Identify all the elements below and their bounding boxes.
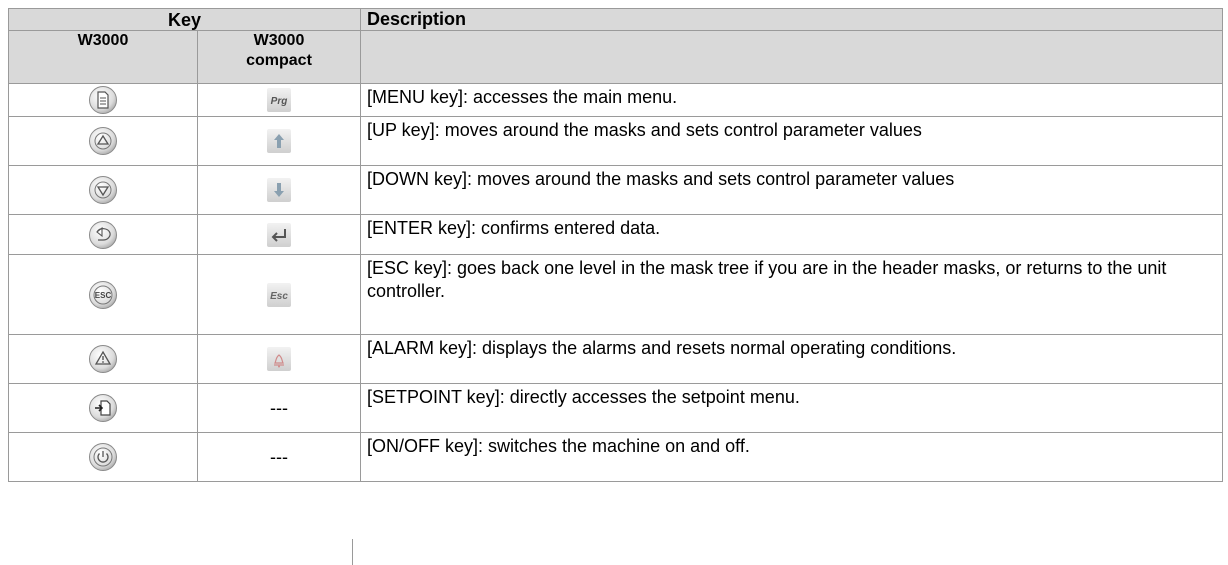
column-divider-tail: [352, 539, 353, 565]
w3000-key-cell: [8, 116, 198, 166]
w3000-compact-line1: W3000: [253, 32, 305, 49]
down-arrow-icon: [267, 178, 291, 202]
compact-key-cell: [197, 165, 361, 215]
up-triangle-icon: [89, 127, 117, 155]
compact-key-cell: Prg: [197, 83, 361, 117]
compact-key-cell: [197, 214, 361, 255]
row-description: [ON/OFF key]: switches the machine on an…: [360, 432, 1223, 482]
esc-text-icon: Esc: [267, 282, 291, 307]
w3000-key-cell: ESC: [8, 254, 198, 335]
header-row: Key Description: [8, 8, 1223, 31]
w3000-key-cell: [8, 383, 198, 433]
table-row: --- [ON/OFF key]: switches the machine o…: [8, 432, 1223, 482]
row-description: [ESC key]: goes back one level in the ma…: [360, 254, 1223, 335]
esc-icon: ESC: [89, 280, 117, 309]
row-description: [MENU key]: accesses the main menu.: [360, 83, 1223, 117]
svg-text:ESC: ESC: [95, 291, 112, 300]
w3000-compact-line2: compact: [246, 52, 312, 69]
table-row: [ALARM key]: displays the alarms and res…: [8, 334, 1223, 384]
w3000-key-cell: [8, 165, 198, 215]
w3000-key-cell: [8, 432, 198, 482]
table-row: [ENTER key]: confirms entered data.: [8, 214, 1223, 255]
compact-key-cell: Esc: [197, 254, 361, 335]
up-arrow-icon: [267, 129, 291, 153]
w3000-key-cell: [8, 214, 198, 255]
row-description: [UP key]: moves around the masks and set…: [360, 116, 1223, 166]
esc-label: Esc: [270, 291, 288, 302]
down-triangle-icon: [89, 176, 117, 204]
power-icon: [89, 443, 117, 471]
subheader-blank: [360, 30, 1223, 84]
w3000-compact-header: W3000 compact: [197, 30, 361, 84]
description-header: Description: [360, 8, 1223, 31]
keys-table: Key Description W3000 W3000 compact Prg …: [8, 8, 1223, 482]
enter-return-icon: [267, 222, 291, 247]
w3000-key-cell: [8, 83, 198, 117]
compact-key-cell: [197, 334, 361, 384]
alarm-triangle-icon: [89, 345, 117, 373]
w3000-key-cell: [8, 334, 198, 384]
prg-icon: Prg: [267, 88, 291, 112]
compact-key-dash: ---: [197, 383, 361, 433]
table-row: [UP key]: moves around the masks and set…: [8, 116, 1223, 166]
row-description: [ENTER key]: confirms entered data.: [360, 214, 1223, 255]
table-row: Prg [MENU key]: accesses the main menu.: [8, 83, 1223, 117]
table-row: ESC Esc [ESC key]: goes back one level i…: [8, 254, 1223, 335]
row-description: [ALARM key]: displays the alarms and res…: [360, 334, 1223, 384]
compact-key-dash: ---: [197, 432, 361, 482]
table-row: --- [SETPOINT key]: directly accesses th…: [8, 383, 1223, 433]
key-header: Key: [8, 8, 361, 31]
enter-arrow-icon: [89, 220, 117, 249]
table-row: [DOWN key]: moves around the masks and s…: [8, 165, 1223, 215]
alarm-bell-icon: [267, 347, 291, 371]
row-description: [SETPOINT key]: directly accesses the se…: [360, 383, 1223, 433]
row-description: [DOWN key]: moves around the masks and s…: [360, 165, 1223, 215]
prg-label: Prg: [271, 96, 288, 107]
w3000-header: W3000: [8, 30, 198, 84]
menu-document-icon: [89, 86, 117, 114]
setpoint-icon: [89, 394, 117, 422]
subheader-row: W3000 W3000 compact: [8, 30, 1223, 84]
compact-key-cell: [197, 116, 361, 166]
